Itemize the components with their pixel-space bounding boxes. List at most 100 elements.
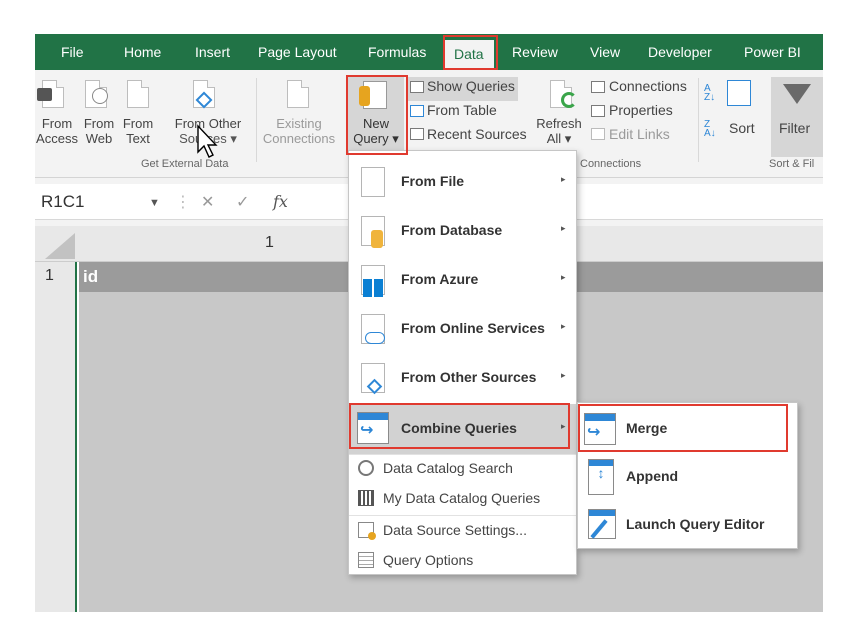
name-box-dropdown-icon[interactable]: ▼ — [149, 197, 160, 209]
new-query-menu: From File ▸ From Database ▸ From Azure ▸… — [348, 150, 577, 575]
show-queries-button[interactable]: Show Queries — [427, 78, 515, 94]
merge-icon: ↪ — [584, 413, 616, 445]
properties-icon — [591, 105, 605, 117]
sort-icon — [727, 80, 751, 106]
menu-item-query-options[interactable]: Query Options — [349, 546, 576, 576]
filter-label: Filter — [779, 120, 811, 136]
cell-id[interactable]: id — [83, 267, 98, 287]
column-header-1[interactable]: 1 — [265, 234, 274, 252]
menu-item-my-data-catalog-queries[interactable]: My Data Catalog Queries — [349, 484, 576, 514]
submenu-arrow-icon: ▸ — [561, 272, 566, 282]
recent-sources-icon — [410, 128, 424, 140]
menu-item-label: Data Source Settings... — [383, 522, 527, 538]
globe-icon — [92, 88, 108, 104]
name-box[interactable]: R1C1 — [41, 192, 84, 212]
submenu-arrow-icon: ▸ — [561, 370, 566, 380]
menu-item-combine-queries[interactable]: ↪ Combine Queries ▸ — [349, 404, 576, 454]
enter-icon[interactable]: ✓ — [236, 192, 249, 212]
submenu-arrow-icon: ▸ — [561, 223, 566, 233]
refresh-arrow-icon — [561, 92, 577, 108]
from-web-button[interactable]: From Web — [79, 116, 119, 146]
menu-item-from-other-sources[interactable]: From Other Sources ▸ — [349, 353, 576, 403]
combine-icon: ↪ — [357, 412, 389, 444]
menu-item-label: Query Options — [383, 552, 474, 568]
menu-item-from-azure[interactable]: From Azure ▸ — [349, 255, 576, 305]
insert-function-icon[interactable]: fx — [273, 192, 288, 211]
menu-item-label: From Azure — [401, 271, 479, 287]
menu-item-from-online-services[interactable]: From Online Services ▸ — [349, 304, 576, 354]
row-header-1[interactable]: 1 — [45, 267, 54, 285]
tab-developer[interactable]: Developer — [648, 34, 712, 70]
tab-review[interactable]: Review — [512, 34, 558, 70]
text-file-icon — [127, 80, 149, 108]
recent-sources-button[interactable]: Recent Sources — [427, 126, 527, 142]
sort-filter-group-label: Sort & Fil — [769, 158, 815, 170]
query-editor-icon — [588, 509, 616, 539]
menu-item-label: From Online Services — [401, 320, 545, 336]
from-text-button[interactable]: From Text — [119, 116, 157, 146]
database-icon — [371, 230, 383, 248]
tab-power-bi[interactable]: Power BI — [744, 34, 801, 70]
tab-file[interactable]: File — [61, 34, 84, 70]
refresh-all-button[interactable]: Refresh All ▾ — [533, 116, 585, 147]
catalog-queries-icon — [358, 490, 374, 506]
mouse-cursor-icon — [197, 124, 218, 158]
menu-item-data-catalog-search[interactable]: Data Catalog Search — [349, 454, 576, 484]
submenu-arrow-icon: ▸ — [561, 321, 566, 331]
catalog-search-icon — [358, 460, 374, 476]
from-access-button[interactable]: From Access — [35, 116, 79, 146]
tab-insert[interactable]: Insert — [195, 34, 230, 70]
submenu-arrow-icon: ▸ — [561, 421, 566, 431]
menu-item-label: My Data Catalog Queries — [383, 490, 541, 506]
existing-connections-button[interactable]: Existing Connections — [257, 116, 341, 146]
menu-item-label: From Database — [401, 222, 503, 238]
menu-item-from-database[interactable]: From Database ▸ — [349, 206, 576, 256]
combine-queries-submenu: ↪ Merge ↕ Append Launch Query Editor — [577, 402, 798, 549]
data-source-settings-icon — [358, 522, 376, 540]
submenu-item-label: Merge — [626, 420, 668, 436]
menu-item-from-file[interactable]: From File ▸ — [349, 157, 576, 207]
tab-data[interactable]: Data — [444, 40, 494, 70]
submenu-item-merge[interactable]: ↪ Merge — [578, 405, 797, 453]
sort-za-icon[interactable]: Z A↓ — [704, 120, 716, 139]
file-icon — [361, 167, 385, 197]
windows-icon — [363, 279, 383, 297]
append-icon: ↕ — [588, 459, 614, 495]
sort-az-icon[interactable]: A Z↓ — [704, 84, 715, 103]
properties-button[interactable]: Properties — [609, 102, 673, 118]
connections-group-label: Connections — [580, 158, 642, 170]
menu-item-label: Data Catalog Search — [383, 460, 513, 476]
formula-bar-separator: ⋮ — [175, 194, 191, 211]
submenu-arrow-icon: ▸ — [561, 174, 566, 184]
submenu-item-label: Launch Query Editor — [626, 516, 765, 532]
ribbon-tab-bar: File Home Insert Page Layout Formulas Da… — [35, 34, 823, 70]
cancel-icon[interactable]: ✕ — [201, 192, 214, 212]
show-queries-icon — [410, 81, 424, 93]
query-options-icon — [358, 552, 374, 568]
from-table-icon — [410, 105, 424, 117]
cloud-icon — [365, 332, 385, 344]
connections-button[interactable]: Connections — [609, 78, 687, 94]
database-icon — [359, 86, 370, 106]
existing-connections-icon — [287, 80, 309, 108]
edit-links-button[interactable]: Edit Links — [609, 126, 670, 142]
menu-item-label: From Other Sources — [401, 369, 537, 385]
from-table-button[interactable]: From Table — [427, 102, 497, 118]
funnel-icon — [783, 84, 811, 104]
ribbon-separator — [698, 78, 699, 162]
connections-icon — [591, 81, 605, 93]
tab-formulas[interactable]: Formulas — [368, 34, 426, 70]
tab-view[interactable]: View — [590, 34, 620, 70]
tab-page-layout[interactable]: Page Layout — [258, 34, 337, 70]
row-header-bar: 1 — [35, 262, 77, 612]
tab-home[interactable]: Home — [124, 34, 161, 70]
submenu-item-label: Append — [626, 468, 679, 484]
menu-item-label: From File — [401, 173, 465, 189]
submenu-item-launch-query-editor[interactable]: Launch Query Editor — [578, 501, 797, 549]
select-all-corner[interactable] — [35, 226, 77, 262]
menu-item-data-source-settings[interactable]: Data Source Settings... — [349, 516, 576, 546]
submenu-item-append[interactable]: ↕ Append — [578, 453, 797, 501]
menu-item-label: Combine Queries — [401, 420, 517, 436]
sort-button[interactable]: Sort — [729, 120, 755, 136]
edit-links-icon — [591, 128, 605, 140]
